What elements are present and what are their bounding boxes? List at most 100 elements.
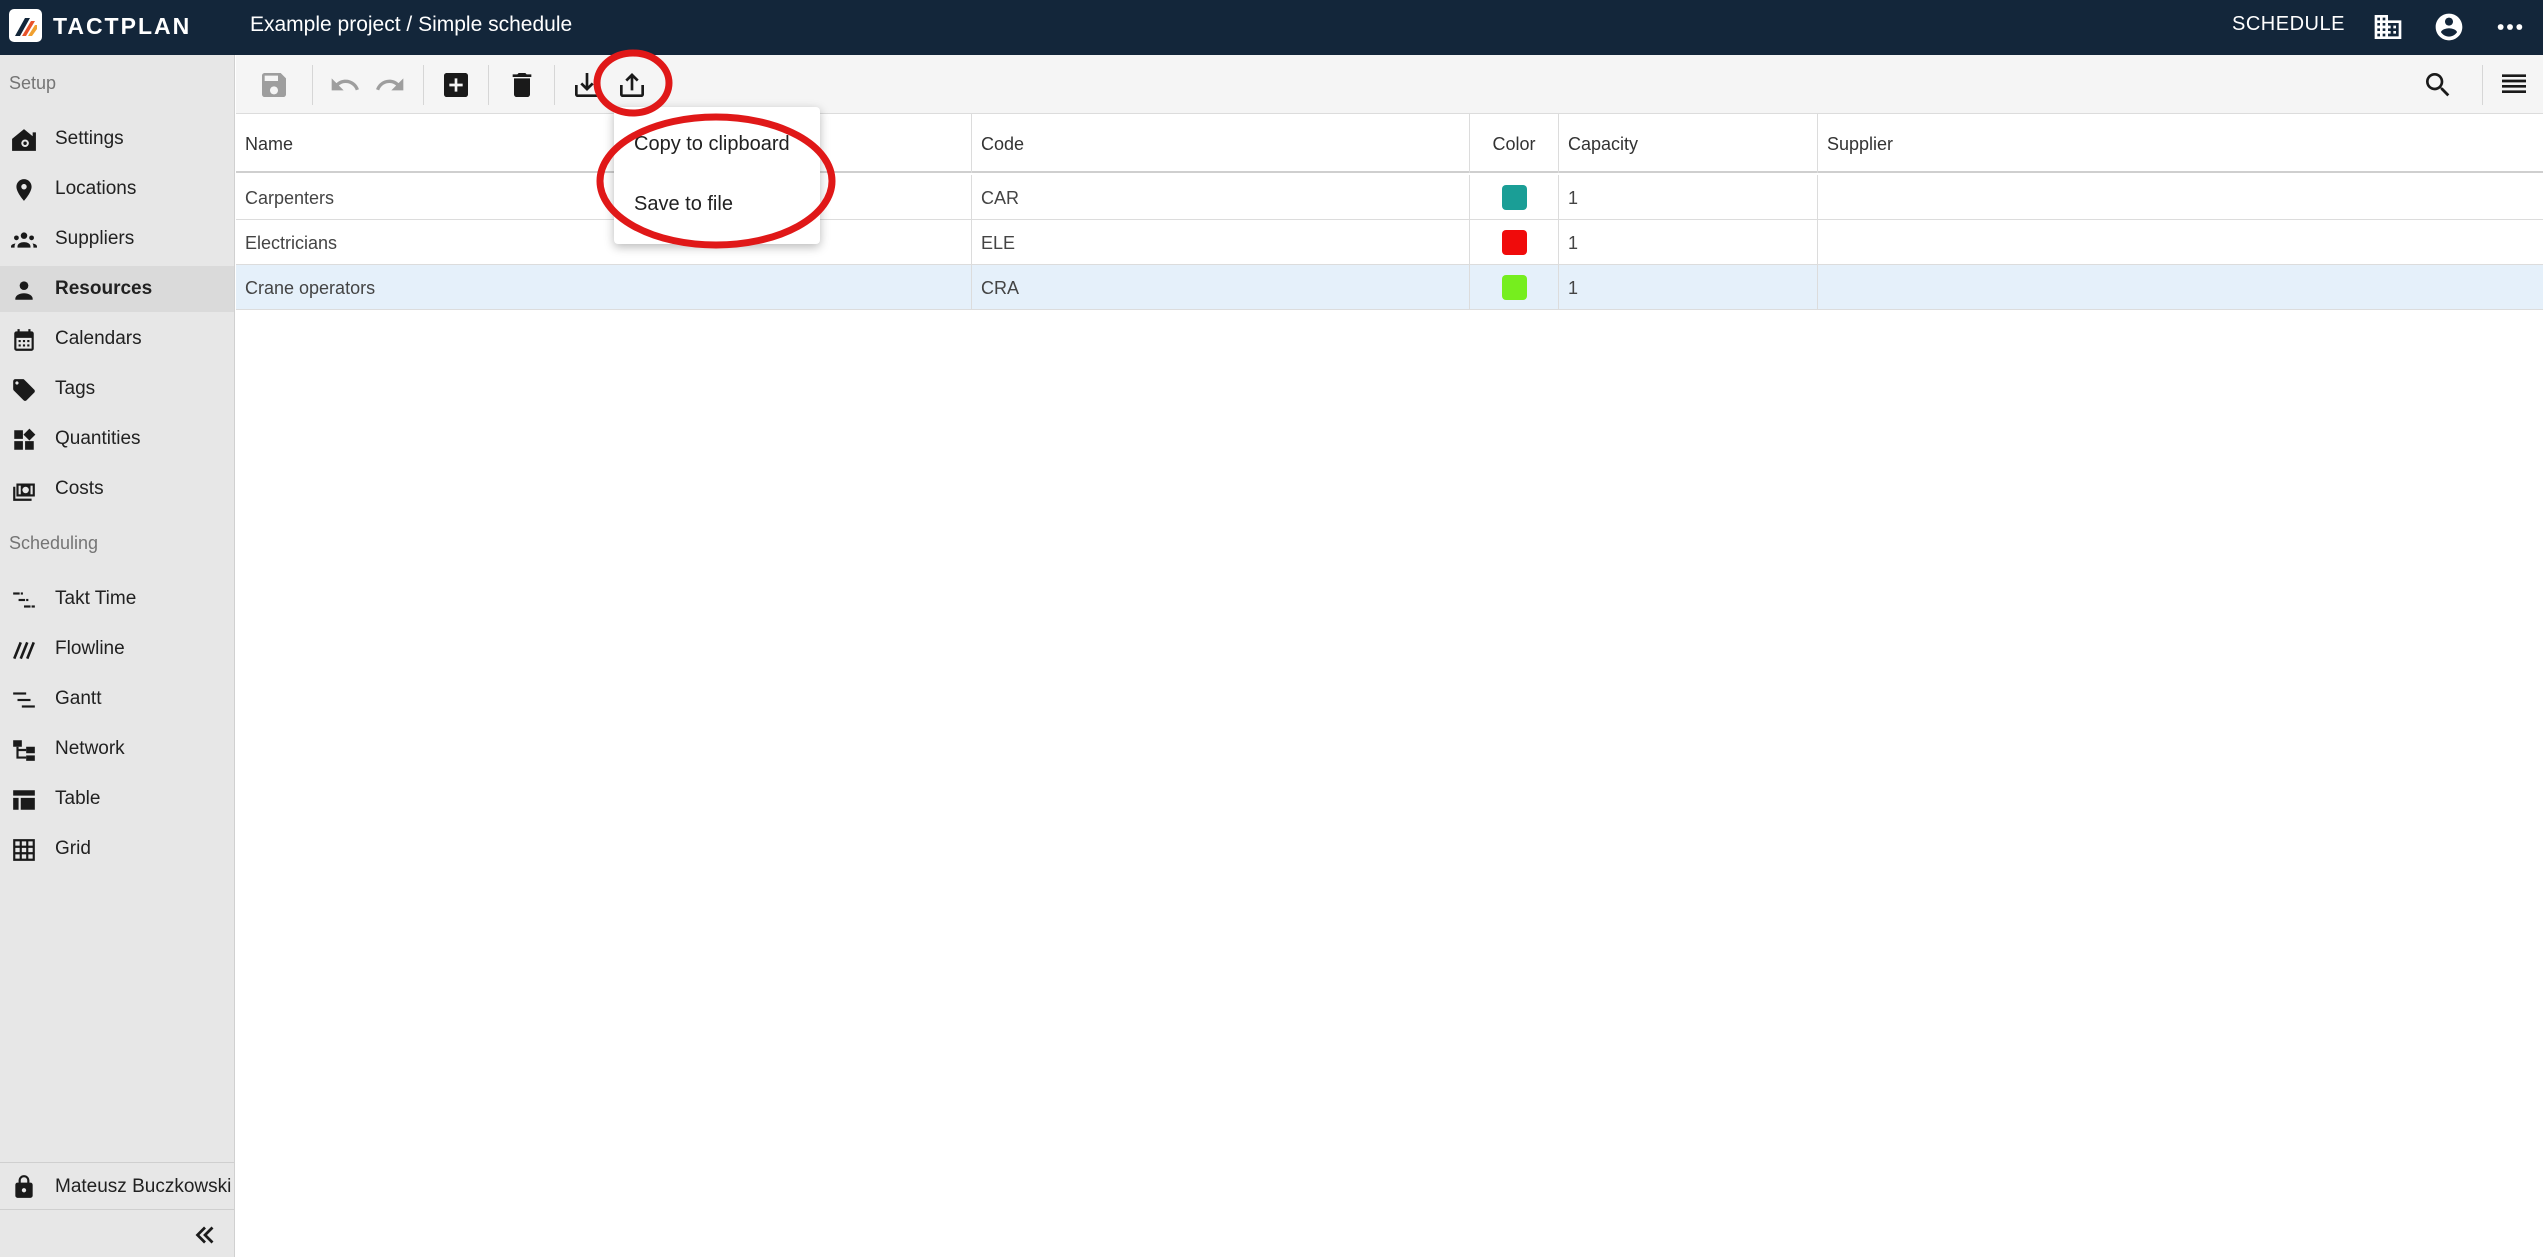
- person-icon: [15, 281, 33, 300]
- collapse-sidebar-icon[interactable]: [190, 1220, 220, 1250]
- color-swatch: [1502, 230, 1527, 255]
- project-breadcrumb-title: Example project / Simple schedule: [250, 13, 573, 36]
- group-icon: [11, 232, 37, 248]
- sidebar-item-suppliers[interactable]: Suppliers: [0, 216, 234, 262]
- cell-name[interactable]: Carpenters: [236, 175, 972, 220]
- menu-item-save-to-file[interactable]: Save to file: [614, 177, 820, 231]
- sidebar-item-label: Grid: [55, 838, 91, 859]
- sidebar-item-label: Calendars: [55, 328, 142, 349]
- search-icon[interactable]: [2422, 69, 2454, 101]
- cell-capacity[interactable]: 1: [1559, 175, 1818, 220]
- save-icon[interactable]: [258, 69, 290, 101]
- sidebar-item-table[interactable]: Table: [0, 776, 234, 822]
- sidebar-item-label: Suppliers: [55, 228, 135, 249]
- color-swatch: [1502, 185, 1527, 210]
- table-row[interactable]: Electricians ELE 1: [236, 220, 2543, 265]
- sidebar-item-tags[interactable]: Tags: [0, 366, 234, 412]
- widgets-icon: [14, 428, 36, 450]
- sidebar-item-label: Resources: [55, 278, 153, 299]
- cell-code[interactable]: CAR: [972, 175, 1470, 220]
- undo-icon[interactable]: [329, 69, 361, 101]
- sidebar-item-network[interactable]: Network: [0, 726, 234, 772]
- sidebar-item-label: Flowline: [55, 638, 125, 659]
- sidebar-item-label: Settings: [55, 128, 124, 149]
- column-header-capacity[interactable]: Capacity: [1559, 114, 1818, 173]
- table-icon: [13, 790, 35, 810]
- sidebar-item-label: Gantt: [55, 688, 102, 709]
- cell-supplier[interactable]: [1818, 265, 2543, 310]
- lock-icon: [15, 1175, 33, 1198]
- import-icon[interactable]: [571, 69, 603, 101]
- export-menu: Copy to clipboard Save to file: [614, 107, 820, 244]
- cell-color[interactable]: [1470, 175, 1559, 220]
- account-circle-icon[interactable]: [2433, 11, 2465, 43]
- cell-code[interactable]: CRA: [972, 265, 1470, 310]
- cell-name[interactable]: Electricians: [236, 220, 972, 265]
- user-name: Mateusz Buczkowski: [55, 1176, 232, 1197]
- sidebar-item-calendars[interactable]: Calendars: [0, 316, 234, 362]
- cell-supplier[interactable]: [1818, 175, 2543, 220]
- tag-icon: [13, 379, 35, 401]
- column-header-supplier[interactable]: Supplier: [1818, 114, 2543, 173]
- network-icon: [13, 740, 35, 761]
- sidebar-item-quantities[interactable]: Quantities: [0, 416, 234, 462]
- delete-icon[interactable]: [506, 69, 538, 101]
- sidebar-item-label: Locations: [55, 178, 137, 199]
- sidebar-item-grid[interactable]: Grid: [0, 826, 234, 872]
- sidebar-item-label: Network: [55, 738, 125, 759]
- toolbar-separator: [2482, 65, 2483, 105]
- sidebar-item-label: Costs: [55, 478, 104, 499]
- toolbar-separator: [423, 65, 424, 105]
- menu-item-copy-to-clipboard[interactable]: Copy to clipboard: [614, 117, 820, 171]
- sidebar-section-setup: Setup: [9, 73, 57, 93]
- gantt-icon: [13, 692, 35, 708]
- cell-color[interactable]: [1470, 220, 1559, 265]
- sidebar-section-scheduling: Scheduling: [9, 533, 99, 553]
- sidebar-item-costs[interactable]: Costs: [0, 466, 234, 512]
- sidebar-item-label: Table: [55, 788, 101, 809]
- sidebar-item-gantt[interactable]: Gantt: [0, 676, 234, 722]
- column-header-name[interactable]: Name: [236, 114, 972, 173]
- takt-time-icon: [13, 592, 35, 608]
- toolbar-separator: [312, 65, 313, 105]
- columns-menu-icon[interactable]: [2498, 69, 2530, 101]
- redo-icon[interactable]: [374, 69, 406, 101]
- table-row-selected[interactable]: Crane operators CRA 1: [236, 265, 2543, 310]
- cell-capacity[interactable]: 1: [1559, 265, 1818, 310]
- location-pin-icon: [16, 179, 32, 201]
- grid-icon: [13, 839, 35, 861]
- column-header-color[interactable]: Color: [1470, 114, 1559, 173]
- cell-name[interactable]: Crane operators: [236, 265, 972, 310]
- top-app-bar: TACTPLAN Example project / Simple schedu…: [0, 0, 2543, 55]
- table-header: Name Code Color Capacity Supplier: [236, 114, 2543, 173]
- user-account-item[interactable]: Mateusz Buczkowski: [0, 1162, 234, 1210]
- flowline-icon: [13, 641, 35, 660]
- home-gear-icon: [12, 129, 36, 151]
- toolbar-separator: [488, 65, 489, 105]
- cell-capacity[interactable]: 1: [1559, 220, 1818, 265]
- app-logo-text[interactable]: TACTPLAN: [53, 13, 191, 40]
- sidebar-item-takt-time[interactable]: Takt Time: [0, 576, 234, 622]
- sidebar-item-label: Tags: [55, 378, 96, 399]
- building-icon[interactable]: [2372, 11, 2404, 43]
- sidebar: Setup Settings Locations Suppliers Resou…: [0, 55, 235, 1257]
- cell-supplier[interactable]: [1818, 220, 2543, 265]
- color-swatch: [1502, 275, 1527, 300]
- table-row[interactable]: Carpenters CAR 1: [236, 175, 2543, 220]
- schedule-button[interactable]: SCHEDULE: [2232, 13, 2345, 36]
- tactplan-logo-icon[interactable]: [9, 9, 42, 42]
- more-horiz-icon[interactable]: [2494, 11, 2526, 43]
- sidebar-item-locations[interactable]: Locations: [0, 166, 234, 212]
- export-icon[interactable]: [616, 69, 648, 101]
- sidebar-item-flowline[interactable]: Flowline: [0, 626, 234, 672]
- cell-color[interactable]: [1470, 265, 1559, 310]
- calendar-icon: [14, 329, 34, 351]
- column-header-code[interactable]: Code: [972, 114, 1470, 173]
- sidebar-item-resources[interactable]: Resources: [0, 266, 234, 312]
- toolbar-separator: [554, 65, 555, 105]
- toolbar: [236, 55, 2543, 114]
- sidebar-item-label: Takt Time: [55, 588, 137, 609]
- cell-code[interactable]: ELE: [972, 220, 1470, 265]
- sidebar-item-settings[interactable]: Settings: [0, 116, 234, 162]
- add-icon[interactable]: [440, 69, 472, 101]
